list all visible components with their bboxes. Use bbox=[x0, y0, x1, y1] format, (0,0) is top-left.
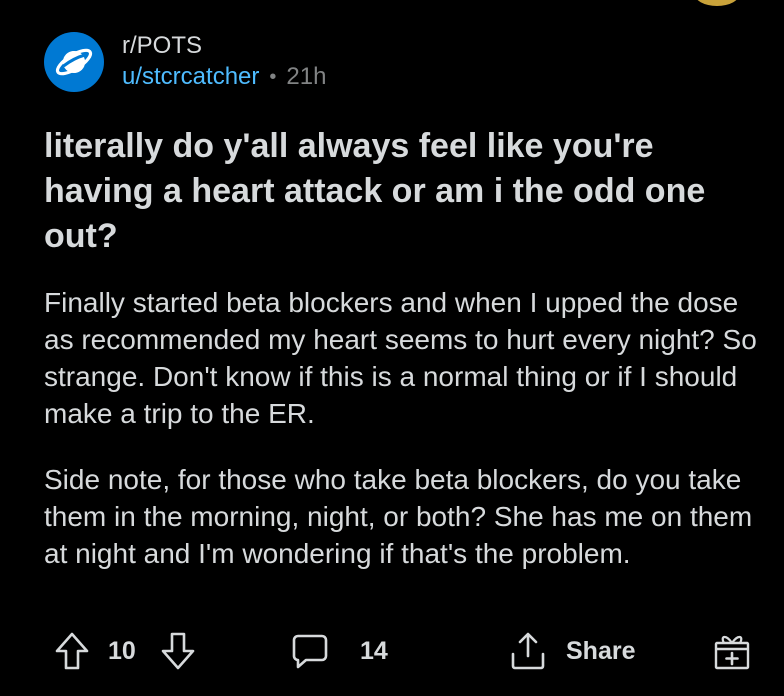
comment-count: 14 bbox=[360, 636, 388, 665]
post-body-paragraph: Side note, for those who take beta block… bbox=[44, 464, 753, 569]
meta-separator: • bbox=[269, 66, 277, 89]
post-timestamp: 21h bbox=[286, 63, 327, 90]
post-title[interactable]: literally do y'all always feel like you'… bbox=[44, 124, 744, 259]
post-body-paragraph: Finally started beta blockers and when I… bbox=[44, 287, 757, 429]
planet-icon bbox=[55, 48, 93, 76]
comments-button[interactable] bbox=[290, 624, 330, 678]
post-action-bar: 10 14 Share bbox=[0, 624, 784, 678]
share-button[interactable]: Share bbox=[508, 624, 635, 678]
upvote-button[interactable] bbox=[54, 624, 90, 678]
post-header: r/POTS u/stcrcatcher • 21h bbox=[44, 32, 326, 92]
subreddit-name[interactable]: r/POTS bbox=[122, 32, 326, 61]
comment-bubble-icon bbox=[292, 634, 328, 669]
upvote-arrow-icon bbox=[55, 632, 89, 670]
author-username[interactable]: u/stcrcatcher bbox=[122, 63, 259, 92]
share-label: Share bbox=[566, 636, 636, 665]
subreddit-avatar[interactable] bbox=[44, 32, 104, 92]
share-icon bbox=[511, 632, 545, 670]
gift-award-icon bbox=[714, 635, 750, 670]
downvote-button[interactable] bbox=[160, 624, 196, 678]
award-button[interactable] bbox=[712, 624, 752, 678]
downvote-arrow-icon bbox=[161, 632, 195, 670]
vote-count: 10 bbox=[108, 636, 136, 665]
award-badge-partial bbox=[694, 0, 740, 6]
